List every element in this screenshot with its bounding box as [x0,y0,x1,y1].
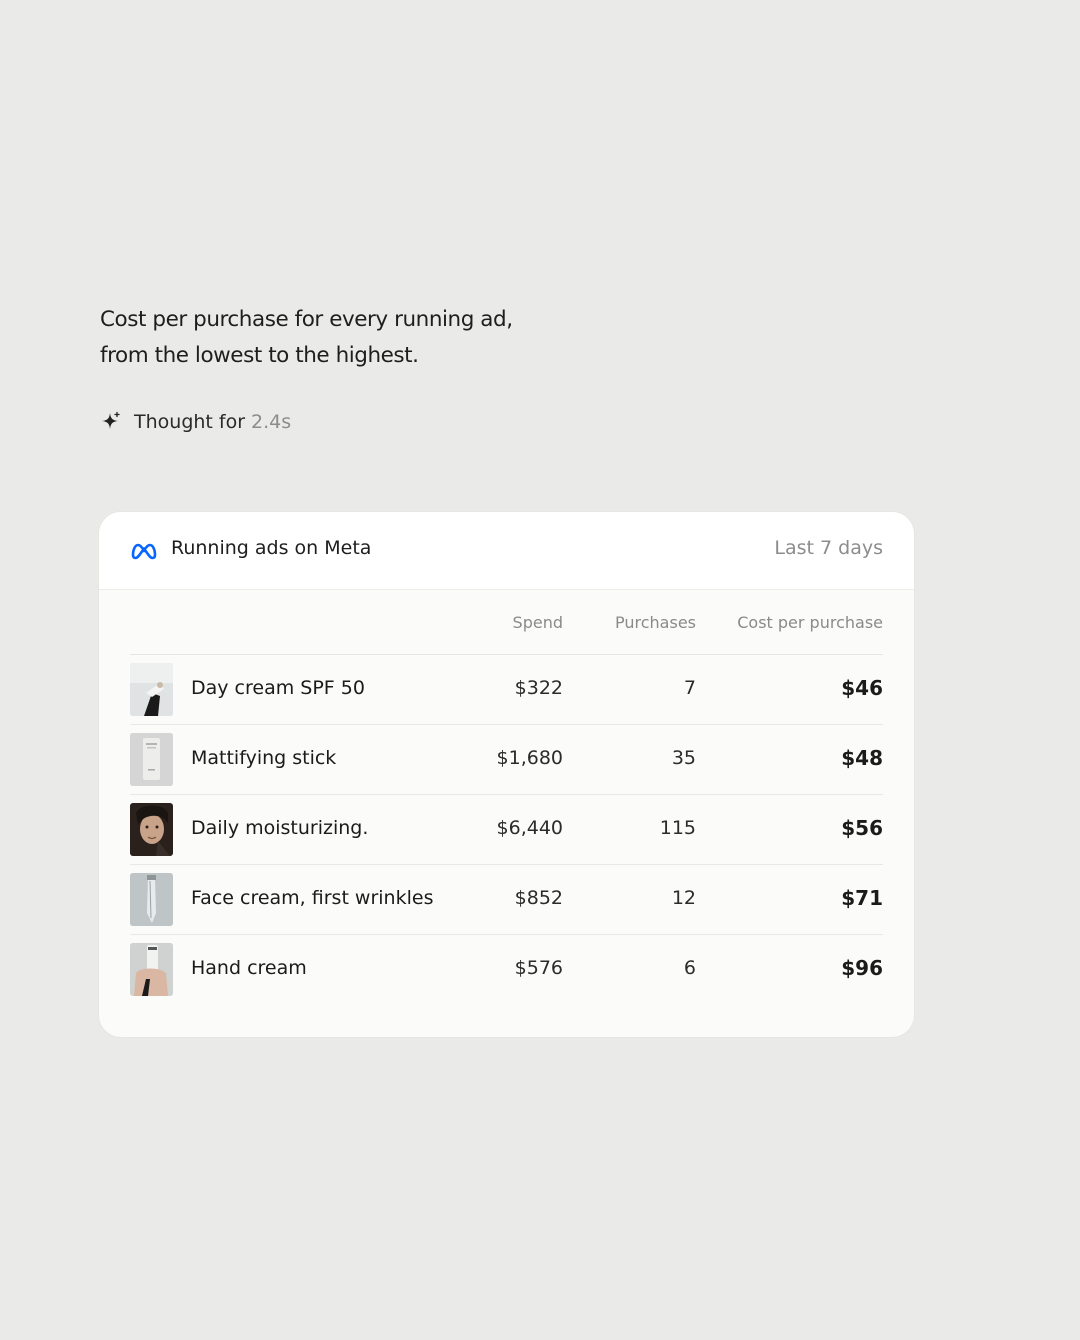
ad-cost-per-purchase: $96 [841,956,883,980]
column-header-purchases[interactable]: Purchases [615,613,696,632]
table-row[interactable]: Day cream SPF 50 $322 7 $46 [130,655,883,725]
ad-cost-per-purchase: $71 [841,886,883,910]
table-row[interactable]: Mattifying stick $1,680 35 $48 [130,725,883,795]
ad-spend: $1,680 [496,747,563,769]
prompt-line-1: Cost per purchase for every running ad, [100,307,513,332]
ad-purchases: 115 [659,817,696,839]
ad-purchases: 35 [671,747,696,769]
ad-name: Hand cream [191,957,307,979]
thought-label: Thought for [134,411,246,433]
table-row[interactable]: Daily moisturizing. $6,440 115 $56 [130,795,883,865]
ad-thumbnail [130,943,173,996]
ad-name: Day cream SPF 50 [191,677,365,699]
ad-thumbnail [130,873,173,926]
ad-spend: $576 [514,957,563,979]
ad-spend: $322 [514,677,563,699]
card-title: Running ads on Meta [171,537,372,559]
thought-duration: 2.4s [251,411,292,433]
ad-cost-per-purchase: $46 [841,676,883,700]
ads-card: Running ads on Meta Last 7 days Spend Pu… [99,512,914,1037]
ad-purchases: 12 [671,887,696,909]
prompt-line-2: from the lowest to the highest. [100,343,419,368]
ad-name: Face cream, first wrinkles [191,887,434,909]
ad-thumbnail [130,733,173,786]
ad-cost-per-purchase: $48 [841,746,883,770]
ads-table: Day cream SPF 50 $322 7 $46 Mattifying s… [130,655,883,1004]
ad-thumbnail [130,663,173,716]
table-row[interactable]: Hand cream $576 6 $96 [130,935,883,1004]
ad-purchases: 6 [683,957,696,979]
ad-thumbnail [130,803,173,856]
ad-spend: $852 [514,887,563,909]
meta-logo-icon [131,543,157,560]
ad-spend: $6,440 [496,817,563,839]
ad-cost-per-purchase: $56 [841,816,883,840]
column-header-cost-per-purchase[interactable]: Cost per purchase [737,613,883,632]
ad-purchases: 7 [683,677,696,699]
user-prompt: Cost per purchase for every running ad, … [100,302,570,374]
date-range-selector[interactable]: Last 7 days [774,537,883,559]
table-row[interactable]: Face cream, first wrinkles $852 12 $71 [130,865,883,935]
sparkle-icon [100,411,122,433]
thought-indicator[interactable]: Thought for 2.4s [100,408,291,436]
ad-name: Mattifying stick [191,747,337,769]
column-header-spend[interactable]: Spend [513,613,563,632]
ad-name: Daily moisturizing. [191,817,369,839]
card-header: Running ads on Meta Last 7 days [99,512,914,590]
